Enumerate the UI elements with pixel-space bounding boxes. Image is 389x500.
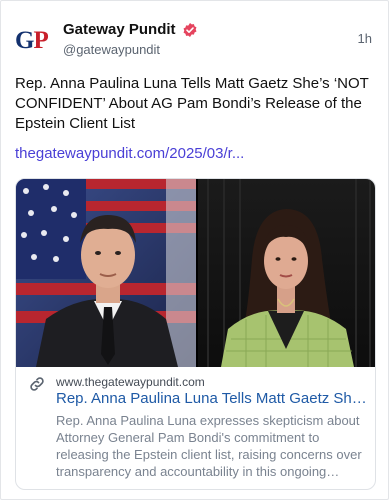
card-image	[16, 179, 375, 367]
display-name[interactable]: Gateway Pundit	[63, 21, 176, 38]
handle[interactable]: @gatewaypundit	[63, 42, 198, 57]
card-description: Rep. Anna Paulina Luna expresses skeptic…	[56, 413, 362, 479]
link-preview-card[interactable]: www.thegatewaypundit.com Rep. Anna Pauli…	[15, 178, 376, 490]
avatar-logo: GP	[15, 27, 49, 54]
author-info: Gateway Pundit @gatewaypundit	[63, 21, 198, 57]
post-card[interactable]: GP Gateway Pundit @gatewaypundit 1h Rep.…	[0, 0, 389, 500]
verified-badge-icon	[183, 22, 196, 37]
card-body[interactable]: www.thegatewaypundit.com Rep. Anna Pauli…	[16, 367, 375, 489]
link-icon	[30, 377, 44, 391]
card-title[interactable]: Rep. Anna Paulina Luna Tells Matt Gaetz …	[56, 390, 368, 407]
timestamp[interactable]: 1h	[358, 31, 372, 46]
post-text: Rep. Anna Paulina Luna Tells Matt Gaetz …	[15, 75, 369, 132]
post-header: GP Gateway Pundit @gatewaypundit 1h	[13, 19, 376, 63]
avatar[interactable]: GP	[13, 21, 53, 61]
post-link[interactable]: thegatewaypundit.com/2025/03/r...	[15, 145, 244, 162]
card-domain: www.thegatewaypundit.com	[56, 375, 205, 389]
